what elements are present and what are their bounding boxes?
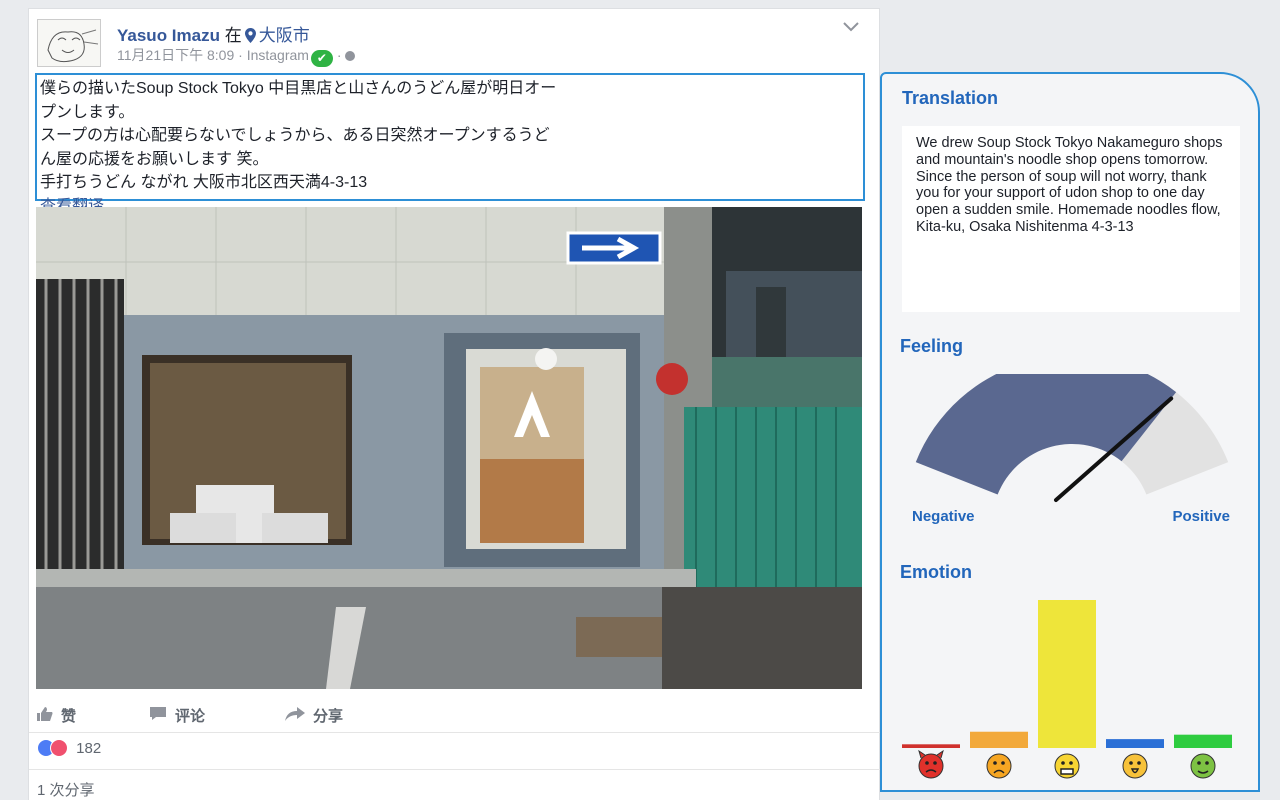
- grimace-face-emoji-icon: [1054, 753, 1080, 779]
- post-photo[interactable]: [36, 207, 862, 689]
- like-button[interactable]: 赞: [37, 705, 76, 726]
- post-text-line: プンします。: [40, 103, 135, 121]
- positive-label: Positive: [1172, 508, 1230, 525]
- post-text-line: 僕らの描いたSoup Stock Tokyo 中目黒店と山さんのうどん屋が明日オ…: [40, 80, 557, 97]
- at-word: 在: [224, 26, 242, 45]
- emotion-bar-fear: [1106, 739, 1164, 748]
- post-text: 僕らの描いたSoup Stock Tokyo 中目黒店と山さんのうどん屋が明日オ…: [35, 73, 865, 215]
- fearful-face-emoji-icon: [1122, 753, 1148, 779]
- author-name[interactable]: Yasuo Imazu: [117, 26, 220, 45]
- globe-icon: [345, 51, 356, 61]
- post-text-line: スープの方は心配要らないでしょうから、ある日突然オープンするうど: [40, 127, 550, 144]
- feeling-gauge: Negative Positive: [902, 356, 1242, 534]
- meta-separator-2: ·: [336, 47, 342, 63]
- share-count[interactable]: 1 次分享: [37, 779, 95, 800]
- location-link[interactable]: 大阪市: [259, 26, 310, 45]
- chevron-down-icon[interactable]: [843, 19, 859, 35]
- sad-face-emoji-icon: [986, 753, 1012, 779]
- sick-face-emoji-icon: [1190, 753, 1216, 779]
- emotion-bar-disgust: [1174, 734, 1232, 748]
- emotion-bar-joy: [1038, 600, 1096, 748]
- author-line: Yasuo Imazu 在大阪市: [117, 21, 310, 48]
- comment-icon: [149, 706, 167, 724]
- share-arrow-icon: [285, 707, 305, 724]
- post-timestamp[interactable]: 11月21日下午 8:09: [117, 47, 234, 63]
- translation-title: Translation: [902, 88, 999, 108]
- post-text-line: ん屋の応援をお願いします 笑。: [40, 150, 269, 168]
- divider: [29, 769, 881, 770]
- reactions-summary[interactable]: 182: [37, 739, 101, 763]
- post-meta: 11月21日下午 8:09 · Instagram ✔ ·: [117, 45, 356, 67]
- post-actions: 赞 评论 分享: [29, 699, 881, 733]
- check-icon: ✔: [310, 50, 333, 67]
- thumbs-up-icon: [37, 707, 53, 724]
- emotion-chart: [892, 594, 1252, 784]
- comment-label: 评论: [175, 708, 206, 725]
- share-label: 分享: [313, 708, 344, 725]
- emotion-bar-sadness: [970, 731, 1028, 748]
- emotion-bar-anger: [902, 744, 960, 748]
- negative-label: Negative: [912, 508, 975, 525]
- angry-devil-emoji-icon: [918, 749, 944, 779]
- meta-separator: ·: [238, 47, 243, 63]
- post-card: Yasuo Imazu 在大阪市 11月21日下午 8:09 · Instagr…: [28, 8, 881, 800]
- feeling-title: Feeling: [900, 336, 964, 356]
- like-label: 赞: [61, 708, 77, 725]
- comment-button[interactable]: 评论: [149, 705, 205, 726]
- author-avatar[interactable]: [37, 19, 101, 67]
- love-reaction-icon: [50, 739, 68, 757]
- analysis-panel: Translation We drew Soup Stock Tokyo Nak…: [880, 72, 1260, 792]
- translation-text: We drew Soup Stock Tokyo Nakameguro shop…: [902, 126, 1240, 312]
- share-button[interactable]: 分享: [285, 705, 343, 726]
- reaction-count: 182: [76, 740, 102, 757]
- post-text-line: 手打ちうどん ながれ 大阪市北区西天満4-3-13: [40, 174, 368, 191]
- emotion-title: Emotion: [900, 562, 972, 582]
- post-source[interactable]: Instagram: [247, 47, 309, 63]
